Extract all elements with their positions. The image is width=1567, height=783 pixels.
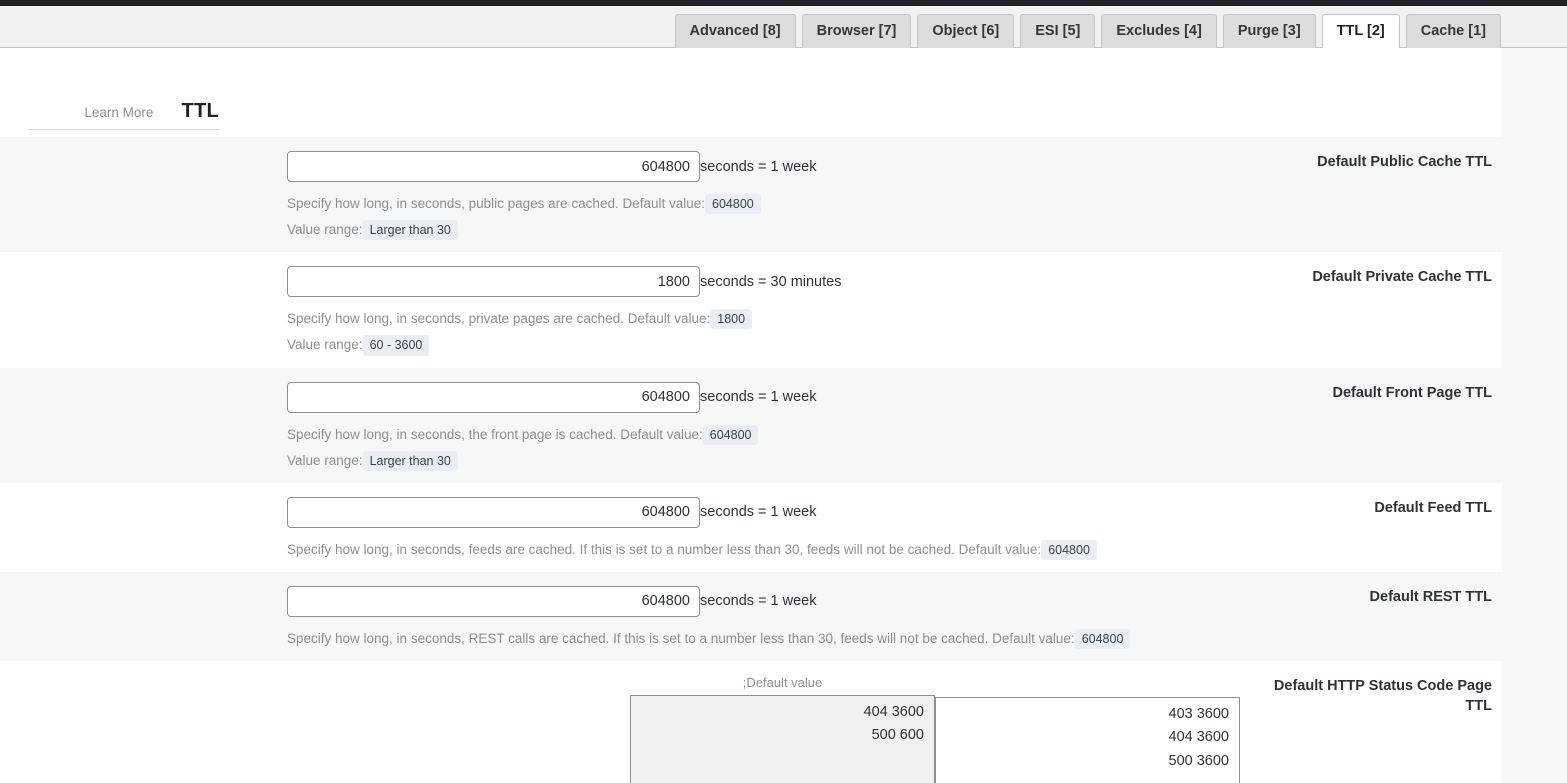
page-root: Cache [1] TTL [2] Purge [3] Excludes [4] ESI… [0,0,1567,783]
default-value-chip: 604800 [1041,539,1097,560]
description-text: Specify how long, in seconds, private pa… [287,311,711,327]
description-text: Specify how long, in seconds, feeds are … [287,541,1042,557]
tab-object[interactable]: Object [6] [917,14,1015,48]
ttl-input[interactable] [287,496,700,528]
value-range-label: Value range: [287,452,363,468]
settings-tab-strip: Cache [1] TTL [2] Purge [3] Excludes [4] ESI… [0,6,1567,48]
setting-body: seconds = 1 week 604800Specify how long, … [0,368,1240,483]
description-text: Specify how long, in seconds, public pag… [287,196,706,211]
default-value-chip: 1800 [710,309,753,330]
unit-hint: seconds = 1 week [700,389,817,405]
setting-row: Default Feed TTL seconds = 1 week 604800Sp… [0,482,1502,572]
setting-description: 604800Specify how long, in seconds, publ… [0,194,1240,241]
http-status-ttl-textarea[interactable] [935,697,1240,783]
setting-row: Default Front Page TTL seconds = 1 week 60… [0,367,1502,483]
setting-row: Default REST TTL seconds = 1 week 604800Sp… [0,571,1502,661]
default-value-chip: 604800 [705,194,761,215]
default-value-label: ;Default value [742,675,823,690]
learn-more-link[interactable]: Learn More [84,105,153,120]
setting-description: 1800Specify how long, in seconds, privat… [0,309,1240,356]
card-header: TTL Learn More [0,78,1502,130]
value-range-chip: Larger than 30 [362,450,458,471]
default-value-chip: 604800 [1074,628,1131,649]
setting-description: 604800Specify how long, in seconds, REST… [0,628,1240,649]
setting-label: Default Front Page TTL [1332,384,1493,401]
settings-rows: Default Public Cache TTL seconds = 1 week… [0,137,1502,783]
setting-row-http-status: Default HTTP Status Code Page TTL ;Defaul… [0,661,1502,783]
setting-row: Default Private Cache TTL seconds = 30 mi… [0,252,1502,368]
tab-browser[interactable]: Browser [7] [801,14,912,48]
value-range-chip: Larger than 30 [362,220,458,241]
ttl-input[interactable] [287,585,700,617]
tab-purge[interactable]: Purge [3] [1222,14,1316,48]
unit-hint: seconds = 30 minutes [700,273,842,290]
tab-excludes[interactable]: Excludes [4] [1101,14,1217,48]
default-value-chip: 604800 [702,424,759,445]
setting-description: 604800Specify how long, in seconds, feed… [0,539,1240,560]
unit-hint: seconds = 1 week [700,158,817,175]
setting-label: Default Feed TTL [1374,499,1492,516]
description-text: Specify how long, in seconds, REST calls… [287,630,1075,646]
tab-esi[interactable]: ESI [5] [1020,14,1096,48]
tab-advanced[interactable]: Advanced [8] [674,14,796,48]
unit-hint: seconds = 1 week [700,504,817,521]
setting-row: Default Public Cache TTL seconds = 1 week… [0,137,1502,253]
http-status-ttl-default-textarea [630,695,935,783]
description-text: Specify how long, in seconds, the front … [287,426,703,442]
setting-description: 604800Specify how long, in seconds, the … [0,424,1240,471]
ttl-settings-card: TTL Learn More Default Public Cache TTL s… [0,48,1502,783]
setting-body: seconds = 1 week 604800Specify how long, … [0,572,1240,661]
setting-body: seconds = 1 week 604800Specify how long, … [0,137,1240,252]
setting-label: Default Private Cache TTL [1312,269,1492,286]
value-range-chip: 60 - 3600 [362,335,430,356]
tab-cache[interactable]: Cache [1] [1405,14,1501,48]
tab-ttl[interactable]: TTL [2] [1321,14,1400,48]
value-range-label: Value range: [287,222,363,238]
unit-hint: seconds = 1 week [700,593,817,610]
ttl-input[interactable] [287,381,700,413]
setting-body: seconds = 30 minutes 1800Specify how long… [0,252,1240,367]
page-title: TTL [181,100,219,122]
ttl-input[interactable] [287,151,700,182]
setting-body: seconds = 1 week 604800Specify how long, … [0,483,1240,572]
setting-label: Default REST TTL [1369,588,1492,605]
setting-label: Default Public Cache TTL [1317,154,1492,170]
ttl-input[interactable] [287,266,700,298]
setting-body: ;Default value [0,661,1240,783]
value-range-label: Value range: [287,337,363,353]
setting-label: Default HTTP Status Code Page TTL [1273,678,1492,714]
